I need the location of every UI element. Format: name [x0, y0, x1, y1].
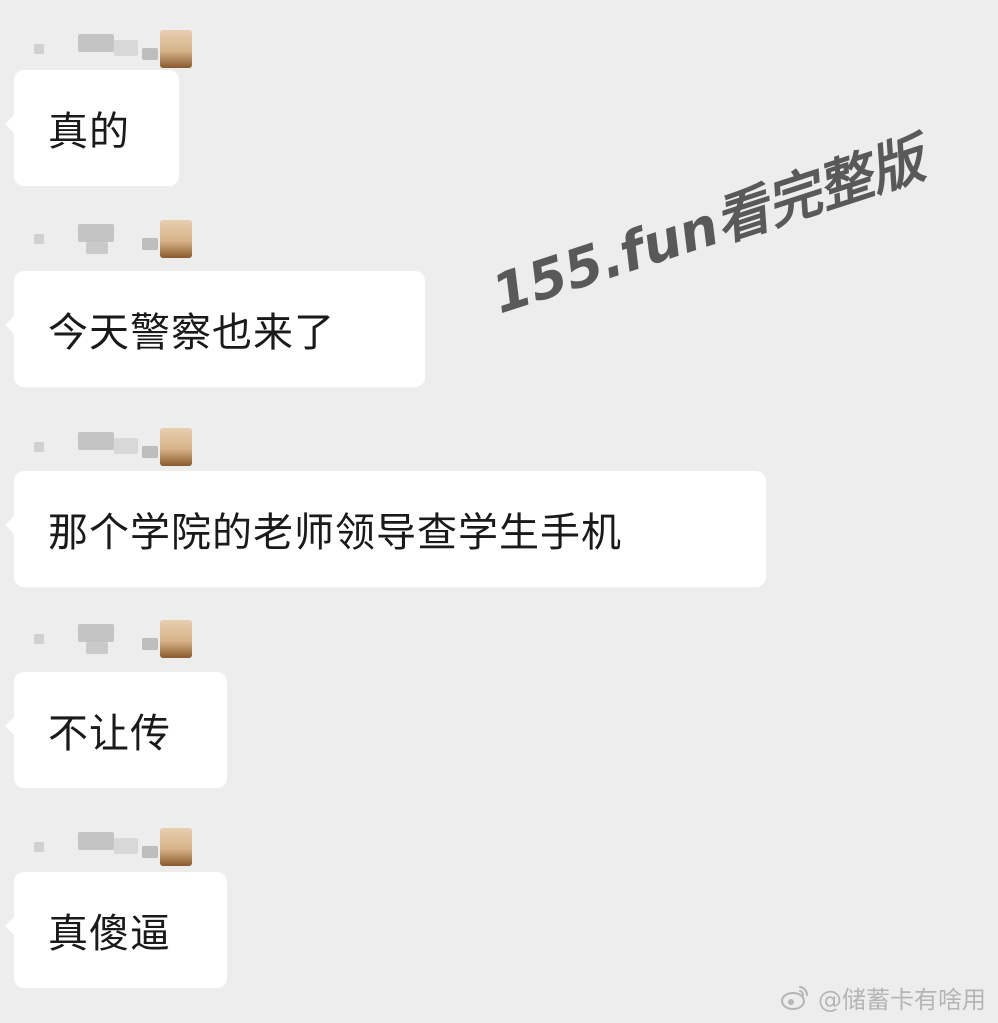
- message-text: 真傻逼: [48, 911, 171, 957]
- message-bubble[interactable]: 真傻逼: [5, 872, 227, 988]
- source-credit: @储蓄卡有啥用: [780, 980, 986, 1015]
- avatar[interactable]: [160, 428, 192, 466]
- message-bubble[interactable]: 今天警察也来了: [5, 271, 425, 387]
- sender-info-blurred: [14, 620, 204, 660]
- weibo-icon: [780, 983, 810, 1013]
- message-bubble[interactable]: 真的: [5, 70, 179, 186]
- message-text: 那个学院的老师领导查学生手机: [48, 510, 622, 556]
- avatar[interactable]: [160, 828, 192, 866]
- message-bubble[interactable]: 那个学院的老师领导查学生手机: [5, 471, 766, 587]
- message-text: 真的: [48, 109, 130, 155]
- avatar[interactable]: [160, 620, 192, 658]
- credit-text: @储蓄卡有啥用: [818, 986, 986, 1014]
- sender-info-blurred: [14, 428, 204, 468]
- sender-info-blurred: [14, 30, 204, 70]
- avatar[interactable]: [160, 220, 192, 258]
- avatar[interactable]: [160, 30, 192, 68]
- message-text: 今天警察也来了: [48, 310, 335, 356]
- sender-info-blurred: [14, 828, 204, 868]
- sender-info-blurred: [14, 220, 204, 260]
- message-bubble[interactable]: 不让传: [5, 672, 227, 788]
- watermark-text: 155.fun看完整版: [484, 127, 932, 327]
- message-text: 不让传: [48, 711, 171, 757]
